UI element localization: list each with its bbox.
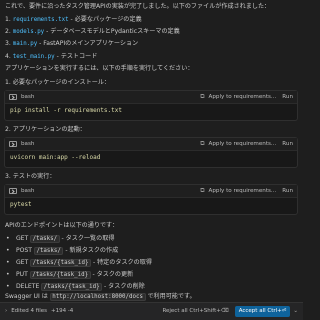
intro-text: これで、要件に沿ったタスク管理APIの実装が完了しました。以下のファイルが作成さ…	[5, 3, 271, 10]
http-method: POST	[15, 247, 32, 254]
list-item-desc: - FastAPIのメインアプリケーション	[39, 40, 139, 47]
list-number: 3.	[5, 40, 11, 47]
code-block: bash ⧉ Apply to requirements... Run pip …	[4, 90, 298, 121]
swagger-url[interactable]: http://localhost:8000/docs	[49, 293, 146, 301]
list-item-desc: - タスクの削除	[104, 283, 145, 290]
code-lang-label: bash	[21, 187, 35, 194]
endpoints-intro-text: APIのエンドポイントは以下の通りです：	[5, 222, 119, 229]
step-label: 2. アプリケーションの起動：	[5, 126, 86, 133]
http-method: GET	[15, 259, 29, 266]
accept-all-label: Accept all	[238, 308, 266, 315]
endpoint-path: /tasks/{task_id}	[29, 271, 91, 279]
apply-button[interactable]: Apply to requirements...	[209, 94, 277, 101]
step-label: 3. テストの実行：	[5, 173, 56, 180]
list-item: 4. test_main.py - テストコード	[5, 53, 97, 61]
list-item: • PUT /tasks/{task_id} - タスクの更新	[6, 271, 133, 279]
endpoint-path: /tasks/{task_id}	[41, 283, 103, 291]
code-command: pip install -r requirements.txt	[10, 107, 122, 114]
list-item-desc: - 新規タスクの作成	[65, 247, 119, 254]
list-item: • GET /tasks/{task_id} - 特定のタスクの取得	[6, 259, 152, 267]
bullet-icon: •	[6, 283, 10, 290]
copy-icon[interactable]: ⧉	[200, 187, 204, 195]
code-lang-label: bash	[21, 140, 35, 147]
apply-button[interactable]: Apply to requirements...	[209, 188, 277, 195]
list-number: 4.	[5, 53, 11, 60]
accept-all-button[interactable]: Accept all Ctrl+⏎	[234, 306, 291, 317]
list-item-desc: - タスクの更新	[92, 271, 134, 278]
endpoint-path: /tasks/	[30, 235, 60, 243]
list-item-desc: - タスク一覧の取得	[61, 235, 115, 242]
code-command: pytest	[10, 201, 32, 208]
accept-shortcut: Ctrl+⏎	[267, 308, 287, 315]
list-item-desc: - 特定のタスクの取得	[92, 259, 152, 266]
list-number: 2.	[5, 28, 11, 35]
swagger-text: Swagger UI は http://localhost:8000/docs …	[5, 293, 196, 301]
chevron-down-icon[interactable]: ⌄	[293, 308, 298, 315]
file-link[interactable]: requirements.txt	[13, 17, 69, 23]
apply-button[interactable]: Apply to requirements...	[209, 141, 277, 148]
copy-icon[interactable]: ⧉	[200, 140, 204, 148]
http-method: PUT	[15, 271, 28, 278]
code-block-header: bash ⧉ Apply to requirements... Run	[5, 138, 297, 151]
diff-stats: +194 -4	[50, 308, 74, 315]
bullet-icon: •	[6, 247, 10, 254]
file-link[interactable]: models.py	[13, 29, 44, 35]
list-item-desc: - テストコード	[56, 53, 98, 60]
http-method: DELETE	[15, 283, 40, 290]
run-intro-text: アプリケーションを実行するには、以下の手順を実行してください：	[5, 65, 194, 72]
chevron-right-icon[interactable]: ›	[5, 308, 7, 315]
list-item: • POST /tasks/ - 新規タスクの作成	[6, 247, 118, 255]
file-link[interactable]: main.py	[13, 41, 37, 47]
terminal-icon	[9, 188, 17, 194]
list-item-desc: - データベースモデルとPydanticスキーマの定義	[46, 28, 180, 35]
bullet-icon: •	[6, 259, 10, 266]
list-number: 1.	[5, 16, 11, 23]
list-item: 2. models.py - データベースモデルとPydanticスキーマの定義	[5, 28, 180, 36]
swagger-prefix: Swagger UI は	[5, 293, 48, 300]
terminal-icon	[9, 141, 17, 147]
list-item: 1. requirements.txt - 必要なパッケージの定義	[5, 16, 142, 24]
http-method: GET	[15, 235, 29, 242]
list-item-desc: - 必要なパッケージの定義	[70, 16, 142, 23]
run-button[interactable]: Run	[282, 188, 293, 195]
code-block-header: bash ⧉ Apply to requirements... Run	[5, 91, 297, 104]
run-button[interactable]: Run	[282, 141, 293, 148]
list-item: 3. main.py - FastAPIのメインアプリケーション	[5, 40, 138, 48]
endpoint-path: /tasks/{task_id}	[30, 259, 92, 267]
swagger-suffix: で利用可能です。	[147, 293, 196, 300]
list-item: • GET /tasks/ - タスク一覧の取得	[6, 235, 114, 243]
code-block: bash ⧉ Apply to requirements... Run uvic…	[4, 137, 298, 168]
terminal-icon	[9, 94, 17, 100]
copy-icon[interactable]: ⧉	[200, 93, 204, 101]
endpoint-path: /tasks/	[33, 247, 64, 255]
code-lang-label: bash	[21, 93, 35, 100]
code-command: uvicorn main:app --reload	[10, 154, 101, 161]
bullet-icon: •	[6, 271, 10, 278]
code-block: bash ⧉ Apply to requirements... Run pyte…	[4, 184, 298, 215]
list-item: • DELETE /tasks/{task_id} - タスクの削除	[6, 283, 145, 291]
file-link[interactable]: test_main.py	[13, 54, 55, 60]
run-button[interactable]: Run	[282, 94, 293, 101]
bullet-icon: •	[6, 235, 10, 242]
reject-all-button[interactable]: Reject all Ctrl+Shift+⌫	[162, 308, 228, 315]
edited-files-label[interactable]: Edited 4 files	[11, 308, 47, 315]
edits-bar: › Edited 4 files +194 -4 Reject all Ctrl…	[0, 302, 303, 320]
step-label: 1. 必要なパッケージのインストール：	[5, 79, 111, 86]
code-block-header: bash ⧉ Apply to requirements... Run	[5, 185, 297, 198]
